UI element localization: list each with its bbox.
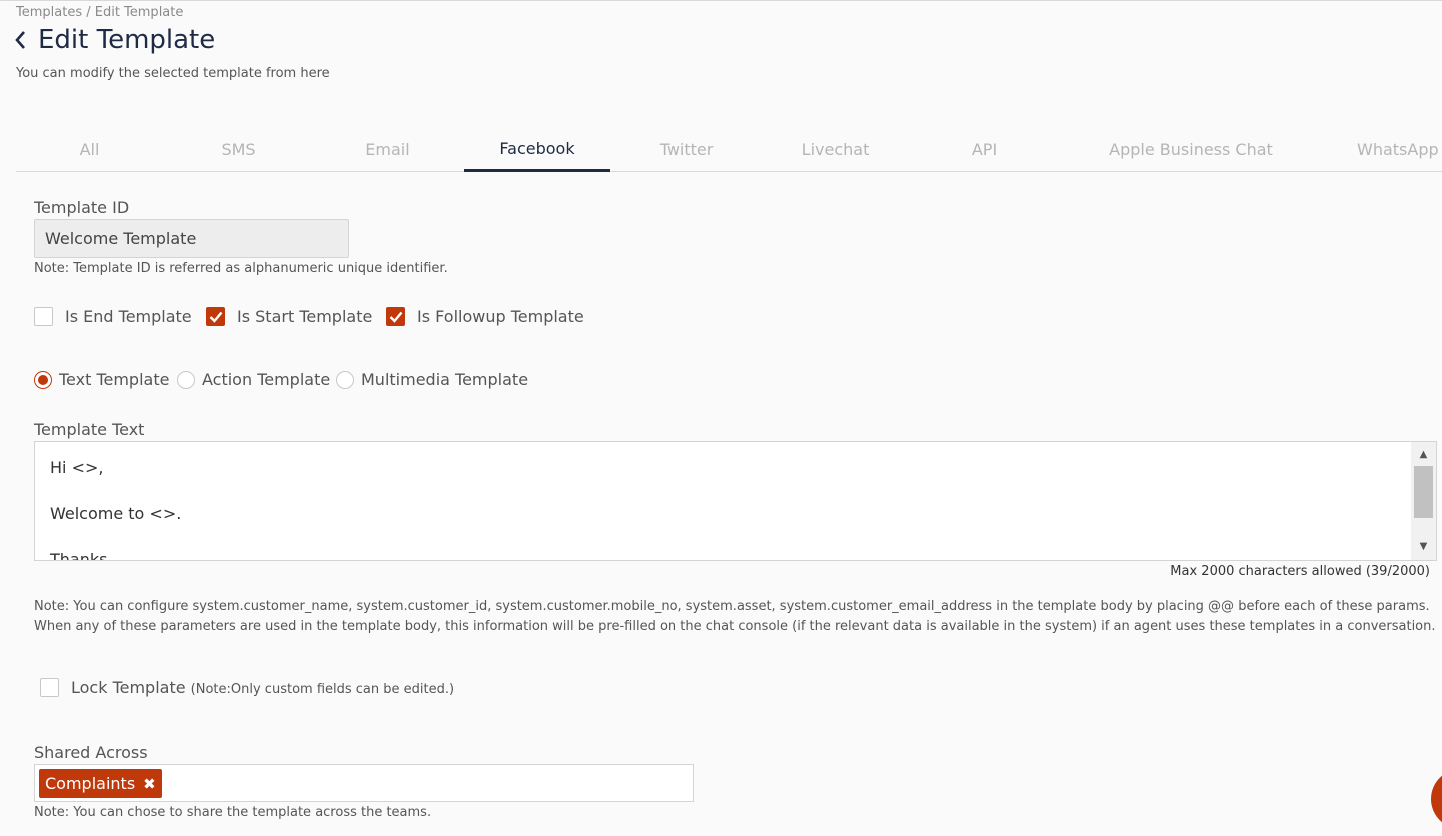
character-count: Max 2000 characters allowed (39/2000) — [1170, 564, 1430, 579]
breadcrumb: Templates / Edit Template — [16, 5, 184, 20]
text-line: Thanks — [50, 550, 108, 561]
radio-button[interactable] — [177, 370, 195, 389]
radio-button[interactable] — [34, 370, 52, 389]
checkbox-label: Is End Template — [65, 307, 192, 326]
radio-label: Text Template — [59, 370, 170, 389]
channel-tabs: All SMS Email Facebook Twitter Livechat … — [16, 127, 1442, 172]
lock-template-checkbox[interactable]: Lock Template (Note:Only custom fields c… — [40, 678, 454, 697]
tag-label: Complaints — [45, 774, 136, 793]
checkmark-icon[interactable] — [206, 307, 225, 326]
chat-launcher-button[interactable] — [1431, 769, 1442, 829]
checkbox-box[interactable] — [34, 307, 53, 326]
textarea-scrollbar[interactable]: ▲ ▼ — [1411, 442, 1436, 560]
page-title: Edit Template — [38, 25, 216, 55]
checkbox-label: Is Start Template — [237, 307, 373, 326]
title-row: Edit Template — [14, 25, 215, 55]
action-template-radio[interactable]: Action Template — [177, 370, 330, 389]
text-line — [50, 479, 181, 502]
tab-email[interactable]: Email — [314, 127, 461, 172]
lock-template-label: Lock Template — [71, 678, 186, 697]
text-template-radio[interactable]: Text Template — [34, 370, 169, 389]
tab-api[interactable]: API — [911, 127, 1058, 172]
tab-facebook[interactable]: Facebook — [464, 127, 610, 172]
multimedia-template-radio[interactable]: Multimedia Template — [336, 370, 528, 389]
checkbox-label: Is Followup Template — [417, 307, 584, 326]
radio-label: Action Template — [202, 370, 331, 389]
tab-apple-business-chat[interactable]: Apple Business Chat — [1101, 127, 1281, 172]
template-text-label: Template Text — [34, 420, 145, 439]
tab-livechat[interactable]: Livechat — [762, 127, 909, 172]
params-note-line-2: When any of these parameters are used in… — [34, 619, 1436, 634]
text-line: Welcome to <>. — [50, 504, 182, 523]
template-text-content: Hi <>, Welcome to <>. Thanks — [50, 456, 182, 561]
shared-across-label: Shared Across — [34, 743, 148, 762]
radio-button[interactable] — [336, 370, 354, 389]
tab-whatsapp[interactable]: WhatsApp — [1351, 127, 1442, 172]
remove-tag-icon[interactable]: ✖ — [143, 775, 156, 793]
chevron-left-icon[interactable] — [14, 29, 30, 51]
params-note-line-1: Note: You can configure system.customer_… — [34, 599, 1430, 614]
checkbox-box[interactable] — [40, 678, 59, 697]
text-line — [50, 525, 181, 548]
template-id-note: Note: Template ID is referred as alphanu… — [34, 261, 448, 276]
team-tag: Complaints ✖ — [39, 769, 162, 798]
page-subtitle: You can modify the selected template fro… — [16, 66, 330, 81]
shared-across-input[interactable]: Complaints ✖ — [34, 764, 694, 802]
template-text-area[interactable]: Hi <>, Welcome to <>. Thanks ▲ ▼ — [34, 441, 1437, 561]
lock-template-note: (Note:Only custom fields can be edited.) — [190, 682, 455, 697]
radio-label: Multimedia Template — [361, 370, 529, 389]
template-id-label: Template ID — [34, 198, 130, 217]
tab-all[interactable]: All — [16, 127, 163, 172]
is-start-template-checkbox[interactable]: Is Start Template — [206, 307, 372, 326]
checkmark-icon[interactable] — [386, 307, 405, 326]
scroll-thumb[interactable] — [1414, 466, 1433, 518]
scroll-up-arrow-icon[interactable]: ▲ — [1411, 446, 1436, 462]
tab-twitter[interactable]: Twitter — [613, 127, 760, 172]
shared-across-note: Note: You can chose to share the templat… — [34, 805, 432, 820]
text-line: Hi <>, — [50, 458, 104, 477]
is-end-template-checkbox[interactable]: Is End Template — [34, 307, 192, 326]
tab-sms[interactable]: SMS — [165, 127, 312, 172]
scroll-down-arrow-icon[interactable]: ▼ — [1411, 538, 1436, 554]
template-id-input[interactable]: Welcome Template — [34, 219, 349, 258]
is-followup-template-checkbox[interactable]: Is Followup Template — [386, 307, 584, 326]
